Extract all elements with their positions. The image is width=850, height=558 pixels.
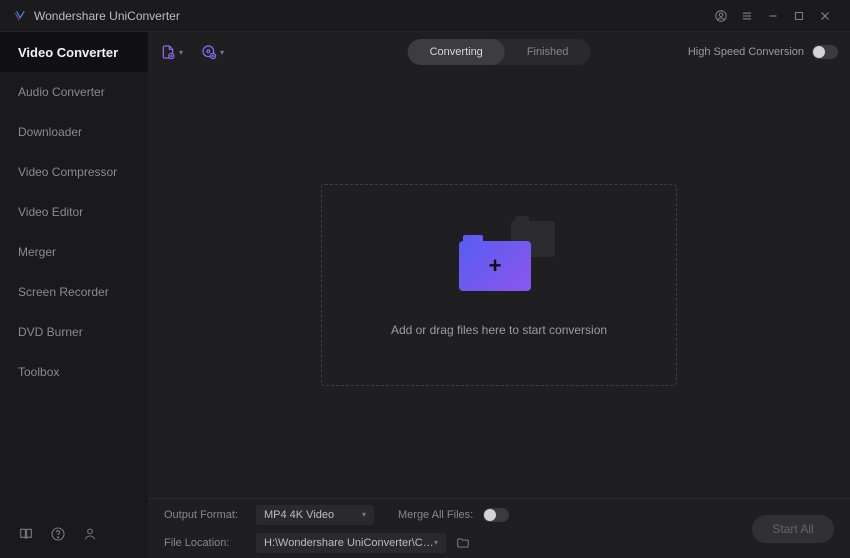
tab-label: Finished [527, 46, 569, 58]
sidebar-item-label: Downloader [18, 125, 82, 139]
file-location-select[interactable]: H:\Wondershare UniConverter\Converted ▾ [256, 533, 446, 553]
sidebar-item-toolbox[interactable]: Toolbox [0, 352, 148, 392]
status-tabs: Converting Finished [408, 39, 591, 65]
file-location-value: H:\Wondershare UniConverter\Converted [264, 537, 434, 549]
sidebar-item-video-compressor[interactable]: Video Compressor [0, 152, 148, 192]
bottombar: Output Format: MP4 4K Video ▾ Merge All … [148, 498, 850, 558]
output-format-value: MP4 4K Video [264, 509, 334, 521]
add-disc-button[interactable]: ▾ [201, 44, 224, 60]
minimize-icon[interactable] [760, 3, 786, 29]
titlebar: Wondershare UniConverter [0, 0, 850, 32]
app-title: Wondershare UniConverter [34, 9, 708, 23]
toolbar: ▾ ▾ Converting Finished High Speed Conve… [148, 32, 850, 72]
dropzone[interactable]: + Add or drag files here to start conver… [321, 184, 677, 386]
sidebar-item-label: Screen Recorder [18, 285, 109, 299]
main-area: ▾ ▾ Converting Finished High Speed Conve… [148, 32, 850, 558]
sidebar-item-label: Video Editor [18, 205, 83, 219]
sidebar-item-dvd-burner[interactable]: DVD Burner [0, 312, 148, 352]
chevron-down-icon: ▾ [434, 538, 438, 547]
file-location-label: File Location: [164, 537, 256, 549]
sidebar-item-label: Merger [18, 245, 56, 259]
sidebar: Video Converter Audio Converter Download… [0, 32, 148, 558]
sidebar-item-screen-recorder[interactable]: Screen Recorder [0, 272, 148, 312]
content-area: + Add or drag files here to start conver… [148, 72, 850, 498]
sidebar-item-downloader[interactable]: Downloader [0, 112, 148, 152]
output-format-label: Output Format: [164, 509, 256, 521]
high-speed-label: High Speed Conversion [688, 46, 804, 58]
open-folder-button[interactable] [456, 536, 470, 550]
sidebar-item-video-editor[interactable]: Video Editor [0, 192, 148, 232]
maximize-icon[interactable] [786, 3, 812, 29]
account-icon[interactable] [708, 3, 734, 29]
help-icon[interactable] [50, 526, 66, 542]
sidebar-item-label: Audio Converter [18, 85, 105, 99]
sidebar-item-audio-converter[interactable]: Audio Converter [0, 72, 148, 112]
sidebar-item-label: Video Converter [18, 45, 118, 60]
sidebar-footer [0, 514, 148, 558]
chevron-down-icon: ▾ [179, 48, 183, 57]
start-all-button[interactable]: Start All [752, 515, 834, 543]
sidebar-item-label: DVD Burner [18, 325, 83, 339]
add-folder-icon: + [459, 233, 539, 297]
user-icon[interactable] [82, 526, 98, 542]
sidebar-item-label: Toolbox [18, 365, 59, 379]
merge-all-toggle[interactable] [483, 508, 509, 522]
high-speed-toggle[interactable] [812, 45, 838, 59]
chevron-down-icon: ▾ [362, 510, 366, 519]
close-icon[interactable] [812, 3, 838, 29]
start-all-label: Start All [772, 522, 813, 536]
dropzone-text: Add or drag files here to start conversi… [391, 323, 607, 337]
tab-finished[interactable]: Finished [505, 39, 591, 65]
high-speed-conversion: High Speed Conversion [688, 45, 838, 59]
app-logo-icon [12, 9, 26, 23]
add-file-button[interactable]: ▾ [160, 44, 183, 60]
output-format-select[interactable]: MP4 4K Video ▾ [256, 505, 374, 525]
tab-label: Converting [430, 46, 483, 58]
sidebar-item-label: Video Compressor [18, 165, 117, 179]
merge-all-label: Merge All Files: [398, 509, 473, 521]
tutorial-icon[interactable] [18, 526, 34, 542]
sidebar-item-video-converter[interactable]: Video Converter [0, 32, 148, 72]
tab-converting[interactable]: Converting [408, 39, 505, 65]
sidebar-item-merger[interactable]: Merger [0, 232, 148, 272]
menu-icon[interactable] [734, 3, 760, 29]
chevron-down-icon: ▾ [220, 48, 224, 57]
